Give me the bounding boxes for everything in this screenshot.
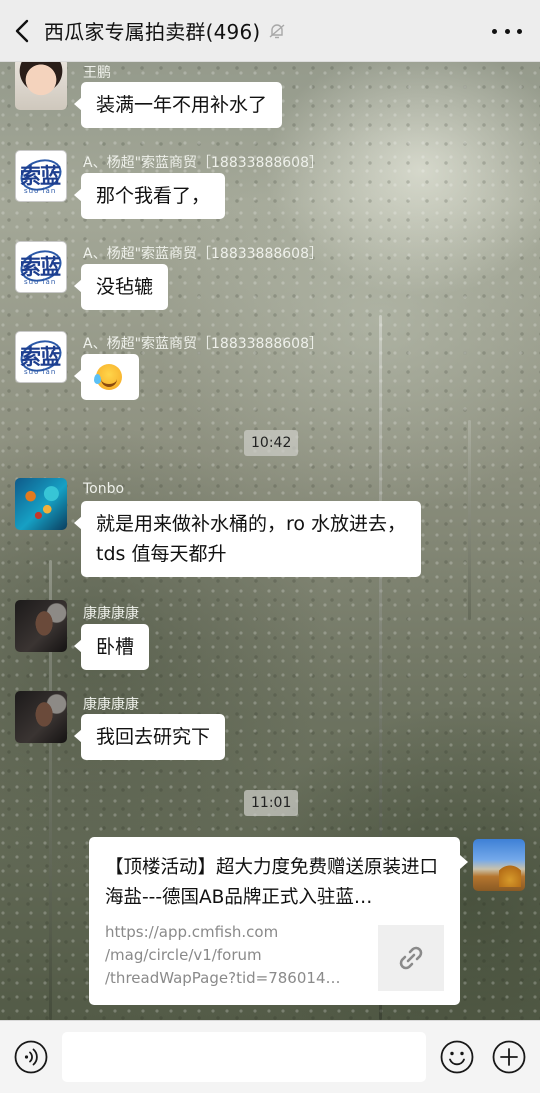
- laughing-crying-emoji-icon: [94, 364, 122, 390]
- message-bubble[interactable]: 装满一年不用补水了: [73, 82, 283, 128]
- timestamp: 11:01: [244, 790, 299, 816]
- voice-icon: [14, 1040, 48, 1074]
- more-options-button[interactable]: [492, 18, 522, 44]
- emoji-button[interactable]: [439, 1039, 475, 1075]
- message-line: tds 值每天都升: [96, 543, 227, 565]
- logo-subtext: suo lan: [24, 368, 57, 376]
- logo-text: 索蓝: [20, 164, 61, 188]
- back-button[interactable]: [0, 0, 44, 62]
- avatar[interactable]: [15, 600, 67, 652]
- voice-button[interactable]: [13, 1039, 49, 1075]
- logo-subtext: suo lan: [24, 278, 57, 286]
- more-dot: [517, 28, 522, 34]
- sender-name: A、杨超"索蓝商贸［18833888608］: [83, 246, 323, 262]
- sender-name: 康康康康: [83, 697, 139, 713]
- rain-streak: [468, 420, 471, 620]
- message-line: 就是用来做补水桶的，ro 水放进去，: [96, 513, 407, 535]
- link-card-message[interactable]: 【顶楼活动】超大力度免费赠送原装进口海盐---德国AB品牌正式入驻蓝… http…: [89, 837, 468, 1005]
- input-bar: [0, 1020, 540, 1093]
- message-bubble[interactable]: 卧槽: [73, 624, 150, 670]
- chat-title: 西瓜家专属拍卖群(496): [44, 20, 261, 44]
- brand-logo: 索蓝 suo lan: [16, 245, 66, 289]
- logo-text: 索蓝: [20, 255, 61, 279]
- avatar[interactable]: 索蓝 suo lan: [15, 150, 67, 202]
- link-thumbnail: [378, 925, 444, 991]
- message-input[interactable]: [62, 1032, 426, 1082]
- my-avatar[interactable]: [473, 839, 525, 891]
- more-functions-button[interactable]: [491, 1039, 527, 1075]
- sender-name: A、杨超"索蓝商贸［18833888608］: [83, 336, 323, 352]
- avatar[interactable]: [15, 478, 67, 530]
- message-bubble[interactable]: 没毡辘: [73, 264, 169, 310]
- link-url-line: /threadWapPage?tid=786014…: [105, 969, 341, 987]
- sender-name: Tonbo: [83, 481, 125, 497]
- avatar[interactable]: [15, 691, 67, 743]
- more-dot: [504, 28, 510, 34]
- chat-header: 西瓜家专属拍卖群(496): [0, 0, 540, 62]
- logo-subtext: suo lan: [24, 187, 57, 195]
- link-icon: [399, 946, 423, 970]
- link-url-line: https://app.cmfish.com: [105, 923, 279, 941]
- plus-icon: [492, 1040, 526, 1074]
- brand-logo: 索蓝 suo lan: [16, 335, 66, 379]
- message-bubble[interactable]: [74, 354, 139, 400]
- avatar[interactable]: 索蓝 suo lan: [15, 331, 67, 383]
- message-bubble[interactable]: 那个我看了，: [73, 173, 226, 219]
- sender-name: 王鹏: [83, 65, 111, 81]
- avatar[interactable]: [15, 58, 67, 110]
- sender-name: 康康康康: [83, 606, 139, 622]
- more-dots-icon: [492, 28, 497, 34]
- message-bubble[interactable]: 我回去研究下: [73, 714, 226, 760]
- link-url-line: /mag/circle/v1/forum: [105, 946, 262, 964]
- brand-logo: 索蓝 suo lan: [16, 154, 66, 198]
- logo-text: 索蓝: [20, 345, 61, 369]
- link-card-description: https://app.cmfish.com /mag/circle/v1/fo…: [105, 921, 357, 990]
- tear: [94, 374, 101, 384]
- emoji-icon: [440, 1040, 474, 1074]
- message-bubble[interactable]: 就是用来做补水桶的，ro 水放进去， tds 值每天都升: [73, 501, 422, 577]
- timestamp: 10:42: [244, 430, 299, 456]
- avatar[interactable]: 索蓝 suo lan: [15, 241, 67, 293]
- chevron-left-icon: [15, 19, 29, 42]
- bell-off-icon: [268, 22, 286, 40]
- link-card-title: 【顶楼活动】超大力度免费赠送原装进口海盐---德国AB品牌正式入驻蓝…: [105, 857, 439, 908]
- sender-name: A、杨超"索蓝商贸［18833888608］: [83, 155, 323, 171]
